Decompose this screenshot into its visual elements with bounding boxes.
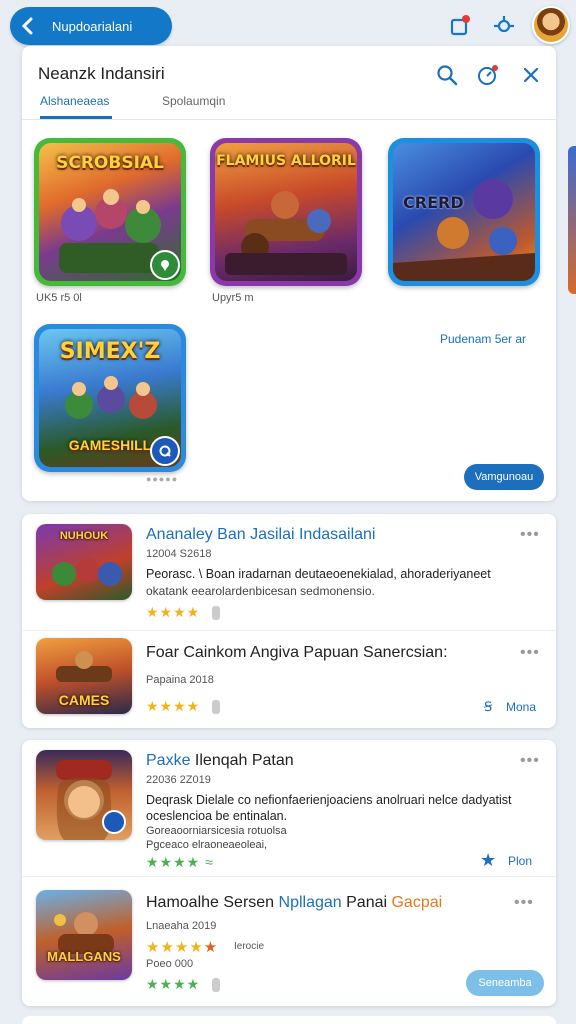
game-meta: Lnaeaha 2019	[146, 920, 217, 932]
page-dots: ●●●●●	[146, 474, 179, 484]
link-icon: Ꞩ	[484, 699, 493, 714]
divider	[22, 876, 556, 877]
game-tile[interactable]: SIMEX'Z GAMESHILL	[34, 324, 186, 472]
game-description-2: oceslencioa be entinalan.	[146, 809, 288, 823]
back-button-label: Nupdoarialani	[52, 18, 133, 34]
game-thumbnail[interactable]	[36, 750, 132, 840]
game-description-2: okatank eearolardenbicesan sedmonensio.	[146, 584, 375, 598]
tile-caption: Upyr5 m	[212, 292, 254, 304]
tile-title: FLAMIUS ALLORIL	[216, 153, 356, 169]
game-list-panel-2: Paxke Ilenqah Patan ••• 22036 2Z019 Deqr…	[22, 740, 556, 1006]
rating-stars: ★★★★★	[146, 939, 219, 956]
game-meta-2: Poeo 000	[146, 958, 194, 970]
more-options-icon[interactable]: •••	[520, 644, 540, 662]
game-thumbnail[interactable]: CAMES	[36, 638, 132, 714]
game-title-highlight: Paxke	[146, 752, 191, 769]
divider	[22, 630, 556, 631]
back-chevron-icon	[10, 7, 46, 45]
panel-link[interactable]: Pudenam 5er ar	[440, 332, 526, 346]
game-meta: 22036 2Z019	[146, 774, 211, 786]
rating-stars-2: ★★★★	[146, 976, 201, 992]
title-part: Panai	[341, 894, 392, 911]
chat-badge-icon	[150, 436, 180, 466]
rating-half-icon	[212, 978, 220, 992]
title-part: Hamoalhe Sersen	[146, 894, 279, 911]
panel-action-button[interactable]: Vamgunoau	[464, 464, 544, 490]
game-description: Peorasc. \ Boan iradarnan deutaeoenekial…	[146, 567, 491, 581]
close-icon[interactable]	[518, 62, 544, 88]
tile-title: CRERD	[403, 193, 464, 212]
back-button[interactable]: Nupdoarialani	[10, 7, 172, 45]
game-description-3: Goreaoorniarsicesia rotuolsa	[146, 825, 287, 837]
game-title[interactable]: Hamoalhe Sersen Npllagan Panai Gacpai	[146, 894, 442, 912]
thumbnail-label: NUHOUK	[59, 530, 109, 542]
thumbnail-label: MALLGANS	[47, 949, 121, 964]
game-meta: 12004 S2618	[146, 548, 212, 560]
game-title[interactable]: Paxke Ilenqah Patan	[146, 752, 294, 770]
more-options-icon[interactable]: •••	[514, 894, 534, 912]
game-tile[interactable]: FLAMIUS ALLORIL	[210, 138, 362, 286]
game-title[interactable]: Foar Cainkom Angiva Papuan Sanercsian:	[146, 644, 448, 662]
search-icon[interactable]	[434, 62, 460, 88]
rating-half-icon	[212, 700, 220, 714]
game-thumbnail[interactable]: MALLGANS	[36, 890, 132, 980]
game-tile[interactable]: SCROBSIAL	[34, 138, 186, 286]
title-highlight-2: Gacpai	[391, 894, 443, 911]
location-badge-icon	[150, 250, 180, 280]
game-description-4: Pgceaco elraoneaeoleai,	[146, 839, 268, 851]
tab-first[interactable]: Alshaneaeas	[40, 94, 109, 108]
history-icon[interactable]	[474, 62, 500, 88]
action-link[interactable]: Plon	[508, 854, 532, 868]
top-bar: Nupdoarialani	[0, 0, 576, 52]
rating-star-last: ★	[203, 939, 219, 956]
game-description: Deqrask Dielale co nefionfaerienjoaciens…	[146, 793, 512, 807]
tile-title: SIMEX'Z	[59, 339, 161, 364]
tile-title: SCROBSIAL	[56, 153, 164, 173]
game-title[interactable]: Ananaley Ban Jasilai Indasailani	[146, 526, 375, 544]
next-tile-peek[interactable]	[568, 146, 576, 294]
rating-stars: ★★★★ ≈	[146, 854, 214, 870]
game-meta: Papaina 2018	[146, 674, 214, 686]
featured-panel: Neanzk Indansiri Alshaneaeas Spolaumqin …	[22, 46, 556, 501]
rating-half-icon	[212, 606, 220, 620]
rating-stars: ★★★★	[146, 604, 201, 620]
share-icon[interactable]	[490, 12, 518, 40]
game-list-panel: NUHOUK Ananaley Ban Jasilai Indasailani …	[22, 514, 556, 728]
tab-second[interactable]: Spolaumqin	[162, 94, 225, 108]
rating-label: Ierocie	[234, 941, 265, 952]
thumbnail-label: CAMES	[58, 692, 110, 708]
more-options-icon[interactable]: •••	[520, 526, 540, 544]
rating-stars: ★★★★	[146, 698, 201, 714]
more-options-icon[interactable]: •••	[520, 752, 540, 770]
panel-title: Neanzk Indansiri	[38, 64, 165, 83]
refresh-badge-icon	[102, 810, 126, 834]
game-title-rest: Ilenqah Patan	[190, 752, 294, 769]
tab-divider	[22, 119, 556, 120]
star-icon[interactable]: ★	[480, 850, 496, 871]
game-thumbnail[interactable]: NUHOUK	[36, 524, 132, 600]
game-tile[interactable]: CRERD	[388, 138, 540, 286]
action-button[interactable]: Seneamba	[466, 970, 544, 996]
notification-icon[interactable]	[446, 12, 474, 40]
avatar[interactable]	[532, 6, 570, 44]
more-link[interactable]: Mona	[506, 700, 536, 714]
next-panel-edge	[22, 1016, 556, 1024]
tile-caption: UK5 r5 0l	[36, 292, 82, 304]
title-highlight: Npllagan	[278, 894, 342, 911]
